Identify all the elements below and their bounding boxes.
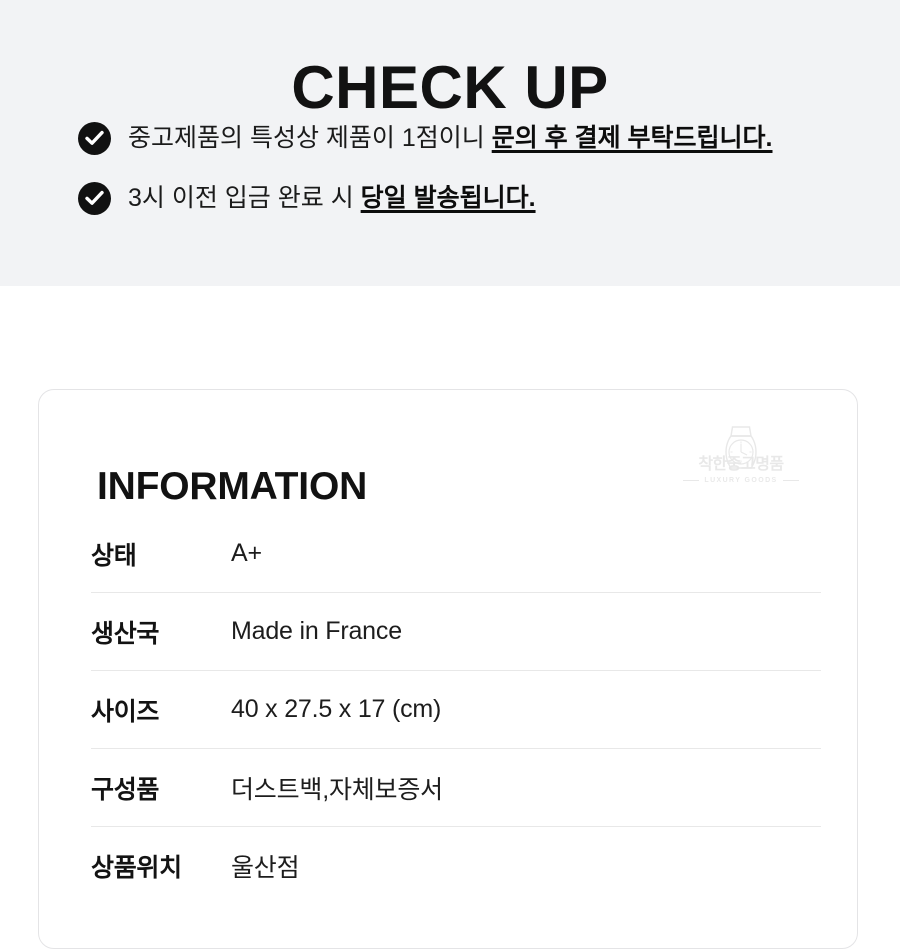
information-card: INFORMATION 착한중고명품 LUXURY GOODS 상태 A+ 생산…: [38, 389, 858, 949]
spec-label: 상품위치: [91, 853, 182, 882]
checkup-notice-item: 중고제품의 특성상 제품이 1점이니 문의 후 결제 부탁드립니다.: [78, 120, 868, 156]
watermark-rule-left: [683, 480, 699, 481]
watermark-sublabel: LUXURY GOODS: [704, 477, 778, 484]
information-header: INFORMATION 착한중고명품 LUXURY GOODS: [97, 426, 829, 508]
checkup-section: CHECK UP 중고제품의 특성상 제품이 1점이니 문의 후 결제 부탁드립…: [0, 0, 900, 286]
table-row: 구성품 더스트백,자체보증서: [91, 749, 821, 827]
check-circle-icon: [78, 122, 111, 155]
spec-label: 상태: [91, 541, 137, 570]
watermark-label: 착한중고명품: [698, 456, 784, 473]
checkup-notice-text: 중고제품의 특성상 제품이 1점이니 문의 후 결제 부탁드립니다.: [128, 120, 773, 156]
checkup-notice-emphasis: 당일 발송됩니다.: [360, 184, 536, 212]
watch-icon: [717, 424, 765, 481]
shop-watermark: 착한중고명품 LUXURY GOODS: [681, 426, 801, 498]
spec-label: 사이즈: [91, 697, 160, 726]
checkup-notice-plain: 중고제품의 특성상 제품이 1점이니: [128, 124, 492, 152]
spec-value: 울산점: [231, 853, 300, 882]
check-circle-icon: [78, 182, 111, 215]
watermark-rule-right: [783, 480, 799, 481]
table-row: 상품위치 울산점: [91, 827, 821, 904]
table-row: 생산국 Made in France: [91, 593, 821, 671]
checkup-notice-list: 중고제품의 특성상 제품이 1점이니 문의 후 결제 부탁드립니다. 3시 이전…: [78, 120, 868, 240]
spec-value: 더스트백,자체보증서: [231, 775, 443, 804]
checkup-notice-text: 3시 이전 입금 완료 시 당일 발송됩니다.: [128, 180, 536, 216]
spec-label: 구성품: [91, 775, 160, 804]
checkup-title: CHECK UP: [291, 54, 609, 122]
table-row: 사이즈 40 x 27.5 x 17 (cm): [91, 671, 821, 749]
information-spec-table: 상태 A+ 생산국 Made in France 사이즈 40 x 27.5 x…: [91, 515, 821, 904]
spec-value: 40 x 27.5 x 17 (cm): [231, 695, 442, 723]
checkup-notice-plain: 3시 이전 입금 완료 시: [128, 184, 361, 212]
information-title: INFORMATION: [97, 465, 368, 509]
checkup-notice-item: 3시 이전 입금 완료 시 당일 발송됩니다.: [78, 180, 868, 216]
spec-value: A+: [231, 539, 262, 567]
checkup-notice-emphasis: 문의 후 결제 부탁드립니다.: [491, 124, 773, 152]
spec-label: 생산국: [91, 619, 160, 648]
table-row: 상태 A+: [91, 515, 821, 593]
spec-value: Made in France: [231, 617, 402, 645]
